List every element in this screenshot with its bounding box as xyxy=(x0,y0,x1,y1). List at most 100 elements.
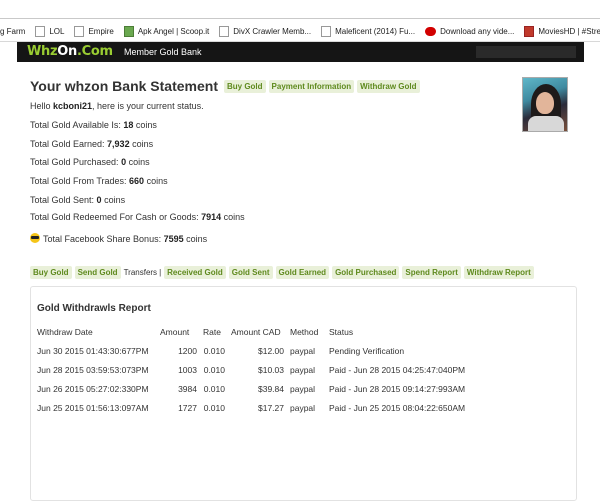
payment-information-tab[interactable]: Payment Information xyxy=(268,79,355,93)
report-subnav: Buy Gold Send Gold Transfers | Received … xyxy=(30,266,537,279)
cell-amount-cad: $12.00 xyxy=(258,345,284,356)
stat-value: 660 xyxy=(129,176,145,186)
subnav-gold-purchased[interactable]: Gold Purchased xyxy=(332,266,400,279)
stat-label: Total Gold Redeemed For Cash or Goods: xyxy=(30,212,202,222)
subnav-separator: | xyxy=(159,268,162,277)
subnav-gold-earned[interactable]: Gold Earned xyxy=(275,266,330,279)
bookmark-label: MoviesHD | #Strea... xyxy=(538,26,600,36)
cell-status: Pending Verification xyxy=(329,345,405,356)
bookmark-label: Download any vide... xyxy=(440,26,515,36)
stat-value: 7595 xyxy=(163,234,184,244)
column-header: Status xyxy=(329,326,354,337)
column-header: Method xyxy=(290,326,319,337)
bookmark-empire[interactable]: Empire xyxy=(74,25,114,37)
bookmark-download-video[interactable]: Download any vide... xyxy=(425,26,515,36)
cell-status: Paid - Jun 25 2015 08:04:22:650AM xyxy=(329,402,466,413)
cell-rate: 0.010 xyxy=(203,364,225,375)
cell-date: Jun 26 2015 05:27:02:330PM xyxy=(37,383,149,394)
stat-gold-redeemed: Total Gold Redeemed For Cash or Goods: 7… xyxy=(30,212,245,222)
stat-gold-from-trades: Total Gold From Trades: 660 coins xyxy=(30,176,168,186)
page-icon xyxy=(321,25,332,37)
bookmark-label: Apk Angel | Scoop.it xyxy=(137,26,210,36)
sunglasses-emoji-icon xyxy=(30,233,40,243)
bookmark-apk-angel[interactable]: Apk Angel | Scoop.it xyxy=(123,25,210,37)
user-avatar[interactable] xyxy=(522,77,568,132)
header-right-panel xyxy=(476,46,576,58)
page-icon xyxy=(74,25,85,37)
site-header: WhzOn.Com Member Gold Bank xyxy=(17,42,584,62)
withdrawals-table: Withdraw Date Amount Rate Amount CAD Met… xyxy=(37,322,471,417)
stat-unit: coins xyxy=(101,195,126,205)
bookmark-list: g Farm LOL Empire Apk Angel | Scoop.it D… xyxy=(0,24,600,38)
table-row: Jun 26 2015 05:27:02:330PM 3984 0.010 $3… xyxy=(37,379,471,398)
bookmark-label: LOL xyxy=(49,26,65,36)
bookmark-label: g Farm xyxy=(0,26,26,36)
bookmark-lol[interactable]: LOL xyxy=(35,25,65,37)
subnav-received-gold[interactable]: Received Gold xyxy=(164,266,226,279)
column-header: Withdraw Date xyxy=(37,326,93,337)
table-row: Jun 30 2015 01:43:30:677PM 1200 0.010 $1… xyxy=(37,341,471,360)
subnav-send-gold[interactable]: Send Gold xyxy=(74,266,121,279)
stat-gold-purchased: Total Gold Purchased: 0 coins xyxy=(30,157,150,167)
stat-label: Total Gold Purchased: xyxy=(30,157,122,167)
subnav-buy-gold[interactable]: Buy Gold xyxy=(30,266,72,279)
withdraw-gold-tab[interactable]: Withdraw Gold xyxy=(357,79,420,93)
withdrawals-report-panel: Gold Withdrawls Report Withdraw Date Amo… xyxy=(30,286,577,501)
browser-address-area xyxy=(0,0,600,19)
cell-amount-cad: $39.84 xyxy=(258,383,284,394)
logo-whz-text: Whz xyxy=(27,44,58,59)
whzon-logo[interactable]: WhzOn.Com xyxy=(27,44,113,59)
cell-method: paypal xyxy=(290,383,316,394)
page-icon xyxy=(219,25,230,37)
movieshd-icon xyxy=(524,25,535,37)
column-header: Rate xyxy=(203,326,221,337)
cell-amount-cad: $10.03 xyxy=(258,364,284,375)
buy-gold-tab[interactable]: Buy Gold xyxy=(223,79,266,93)
cell-rate: 0.010 xyxy=(203,402,225,413)
bookmark-farm[interactable]: g Farm xyxy=(0,27,25,36)
cell-rate: 0.010 xyxy=(203,383,225,394)
table-header-row: Withdraw Date Amount Rate Amount CAD Met… xyxy=(37,322,471,341)
stat-label: Total Gold Available Is: xyxy=(30,120,124,130)
stat-unit: coins xyxy=(221,212,245,222)
cell-method: paypal xyxy=(290,364,316,375)
avatar-shirt xyxy=(528,116,564,131)
bookmark-maleficent[interactable]: Maleficent (2014) Fu... xyxy=(321,25,416,37)
cell-date: Jun 30 2015 01:43:30:677PM xyxy=(37,345,149,356)
bookmark-label: DivX Crawler Memb... xyxy=(233,26,312,36)
cell-amount: 1200 xyxy=(178,345,197,356)
stat-gold-earned: Total Gold Earned: 7,932 coins xyxy=(30,139,153,149)
stat-label: Total Gold From Trades: xyxy=(30,176,130,186)
cell-amount-cad: $17.27 xyxy=(258,402,284,413)
subnav-spend-report[interactable]: Spend Report xyxy=(402,266,461,279)
stat-unit: coins xyxy=(129,139,154,149)
statement-title-row: Your whzon Bank Statement Buy Gold Payme… xyxy=(30,78,423,94)
greeting-suffix: , here is your current status. xyxy=(92,101,204,111)
subnav-current: Transfers xyxy=(123,268,158,277)
stat-value: 7,932 xyxy=(107,139,130,149)
greeting: Hello kcboni21, here is your current sta… xyxy=(30,101,204,111)
page-title: Your whzon Bank Statement xyxy=(30,78,218,94)
stat-facebook-bonus: Total Facebook Share Bonus: 7595 coins xyxy=(30,233,207,244)
stat-unit: coins xyxy=(126,157,150,167)
stat-label: Total Gold Sent: xyxy=(30,195,97,205)
subnav-gold-sent[interactable]: Gold Sent xyxy=(228,266,273,279)
page-icon xyxy=(35,25,46,37)
stat-unit: coins xyxy=(183,234,208,244)
stat-label: Total Gold Earned: xyxy=(30,139,108,149)
stat-value: 7914 xyxy=(201,212,222,222)
stat-unit: coins xyxy=(133,120,157,130)
bookmark-label: Empire xyxy=(88,26,114,36)
bookmark-divx-crawler[interactable]: DivX Crawler Memb... xyxy=(219,25,312,37)
bookmark-movieshd[interactable]: MoviesHD | #Strea... xyxy=(524,25,600,37)
table-row: Jun 25 2015 01:56:13:097AM 1727 0.010 $1… xyxy=(37,398,471,417)
cell-amount: 1003 xyxy=(178,364,197,375)
cell-amount: 1727 xyxy=(178,402,197,413)
username: kcboni21 xyxy=(53,101,93,111)
bookmark-label: Maleficent (2014) Fu... xyxy=(335,26,416,36)
logo-com-text: .Com xyxy=(76,44,113,59)
column-header: Amount CAD xyxy=(231,326,281,337)
subnav-withdraw-report[interactable]: Withdraw Report xyxy=(463,266,534,279)
cell-status: Paid - Jun 28 2015 04:25:47:040PM xyxy=(329,364,466,375)
logo-on-text: On xyxy=(57,44,77,59)
